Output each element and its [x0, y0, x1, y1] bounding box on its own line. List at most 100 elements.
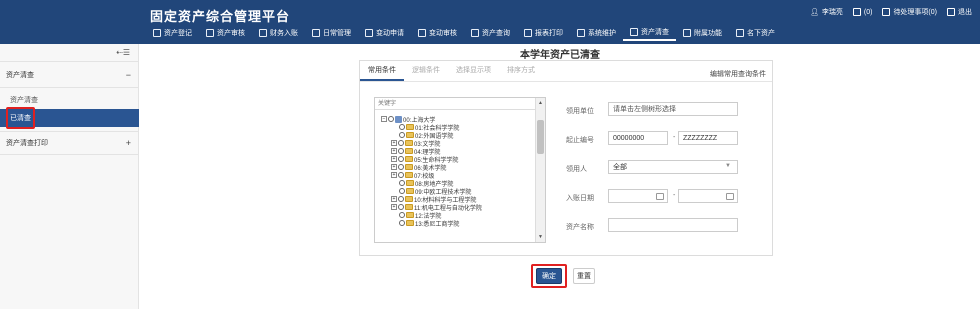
radio-button[interactable] [399, 220, 405, 226]
scroll-thumb[interactable] [537, 120, 544, 154]
folder-icon [406, 212, 414, 218]
change-review-icon [418, 29, 426, 37]
radio-button[interactable] [398, 196, 404, 202]
nav-item-my-assets[interactable]: 名下资产 [729, 25, 782, 41]
nav-item-asset-review[interactable]: 资产审核 [199, 25, 252, 41]
tree-scrollbar[interactable]: ▲ ▼ [535, 98, 545, 242]
folder-icon [406, 220, 414, 226]
expand-icon[interactable]: + [391, 196, 397, 202]
sidebar-group-asset-check[interactable]: 资产清查 − [0, 64, 139, 86]
radio-button[interactable] [398, 156, 404, 162]
todo-label: 待处理事项(0) [893, 9, 937, 16]
unit-label: 领用单位 [566, 108, 594, 115]
expand-icon[interactable]: + [391, 204, 397, 210]
todo-icon [882, 8, 891, 16]
folder-icon [405, 196, 413, 202]
divider [0, 61, 139, 62]
register-icon [153, 29, 161, 37]
todo-link[interactable]: 待处理事项(0) [882, 7, 937, 17]
folder-icon [405, 148, 413, 154]
nav-item-change-review[interactable]: 变动审核 [411, 25, 464, 41]
home-icon [630, 28, 638, 36]
user-menu[interactable]: 👤︎ 李瑞亮 [810, 7, 843, 17]
page-title: 本学年资产已清查 [520, 50, 600, 61]
date-label: 入账日期 [566, 195, 594, 202]
user-select[interactable]: 全部 ▼ [608, 160, 738, 174]
tab-common[interactable]: 常用条件 [360, 61, 404, 81]
reset-button[interactable]: 重置 [573, 268, 595, 284]
folder-icon [406, 188, 414, 194]
divider [360, 81, 772, 82]
sidebar-collapse-icon[interactable]: ⇠☰ [116, 48, 130, 57]
sidebar: ⇠☰ 资产清查 − 资产清查 已清查 资产清查打印 + [0, 44, 139, 309]
calendar-icon[interactable] [726, 193, 734, 200]
radio-button[interactable] [399, 188, 405, 194]
expand-icon[interactable]: + [391, 156, 397, 162]
nav-item-extra[interactable]: 附属功能 [676, 25, 729, 41]
radio-button[interactable] [388, 116, 394, 122]
folder-icon [405, 140, 413, 146]
date-to-input[interactable] [678, 189, 738, 203]
unit-input[interactable]: 请单击左侧树形选择 [608, 102, 738, 116]
unit-tree: ▲ ▼ − 00:上海大学 01:社会科学学院 02:外国语学院 + 03:文学… [374, 97, 546, 243]
radio-button[interactable] [399, 212, 405, 218]
calendar-icon[interactable] [656, 193, 664, 200]
date-from-input[interactable] [608, 189, 668, 203]
start-no-from-input[interactable]: 00000000 [608, 131, 668, 145]
messages-link[interactable]: (0) [852, 7, 872, 17]
radio-button[interactable] [399, 132, 405, 138]
logout-icon [947, 8, 955, 16]
expand-icon[interactable]: + [391, 148, 397, 154]
nav-item-asset-query[interactable]: 资产查询 [464, 25, 517, 41]
nav-item-report-print[interactable]: 报表打印 [517, 25, 570, 41]
nav-item-daily[interactable]: 日常管理 [305, 25, 358, 41]
scroll-up-icon[interactable]: ▲ [538, 100, 543, 106]
tab-sort[interactable]: 排序方式 [499, 61, 543, 81]
keyword-input[interactable] [375, 98, 535, 110]
change-apply-icon [365, 29, 373, 37]
sidebar-group-label: 资产清查 [6, 72, 34, 79]
top-right-bar: 👤︎ 李瑞亮 (0) 待处理事项(0) 退出 [810, 7, 972, 17]
chevron-down-icon: ▼ [725, 163, 731, 169]
expand-icon[interactable]: + [391, 164, 397, 170]
scroll-down-icon[interactable]: ▼ [538, 234, 543, 240]
logout-link[interactable]: 退出 [947, 7, 972, 17]
folder-icon [405, 164, 413, 170]
expand-icon[interactable]: + [391, 172, 397, 178]
sidebar-group-asset-check-print[interactable]: 资产清查打印 + [0, 132, 139, 154]
nav-item-asset-check[interactable]: 资产清查 [623, 25, 676, 41]
tab-logic[interactable]: 逻辑条件 [404, 61, 448, 81]
asset-name-input[interactable] [608, 218, 738, 232]
divider [0, 87, 139, 88]
radio-button[interactable] [398, 172, 404, 178]
nav-item-asset-register[interactable]: 资产登记 [146, 25, 199, 41]
radio-button[interactable] [398, 164, 404, 170]
folder-icon [405, 156, 413, 162]
main-nav: 资产登记 资产审核 财务入账 日常管理 变动申请 变动审核 资产查询 报表打印 … [146, 25, 782, 41]
nav-item-finance[interactable]: 财务入账 [252, 25, 305, 41]
radio-button[interactable] [398, 140, 404, 146]
collapse-icon[interactable]: − [381, 116, 387, 122]
tree-node[interactable]: 13:悉尼工商学院 [399, 219, 459, 228]
expand-icon: + [125, 138, 131, 148]
nav-item-change-apply[interactable]: 变动申请 [358, 25, 411, 41]
sidebar-group-label: 资产清查打印 [6, 140, 48, 147]
radio-button[interactable] [399, 180, 405, 186]
bar-chart-icon [736, 29, 744, 37]
folder-icon [405, 204, 413, 210]
expand-icon[interactable]: + [391, 140, 397, 146]
start-no-to-input[interactable]: ZZZZZZZZ [678, 131, 738, 145]
nav-item-system[interactable]: 系统维护 [570, 25, 623, 41]
radio-button[interactable] [398, 148, 404, 154]
tab-display[interactable]: 选择显示项 [448, 61, 499, 81]
radio-button[interactable] [398, 204, 404, 210]
folder-icon [406, 180, 414, 186]
start-no-label: 起止编号 [566, 137, 594, 144]
user-icon: 👤︎ [809, 9, 819, 16]
logout-label: 退出 [958, 9, 972, 16]
edit-common-conditions-link[interactable]: 编辑常用查询条件 [710, 69, 766, 79]
radio-button[interactable] [399, 124, 405, 130]
gear-icon [577, 29, 585, 37]
folder-icon [405, 172, 413, 178]
asset-name-label: 资产名称 [566, 224, 594, 231]
